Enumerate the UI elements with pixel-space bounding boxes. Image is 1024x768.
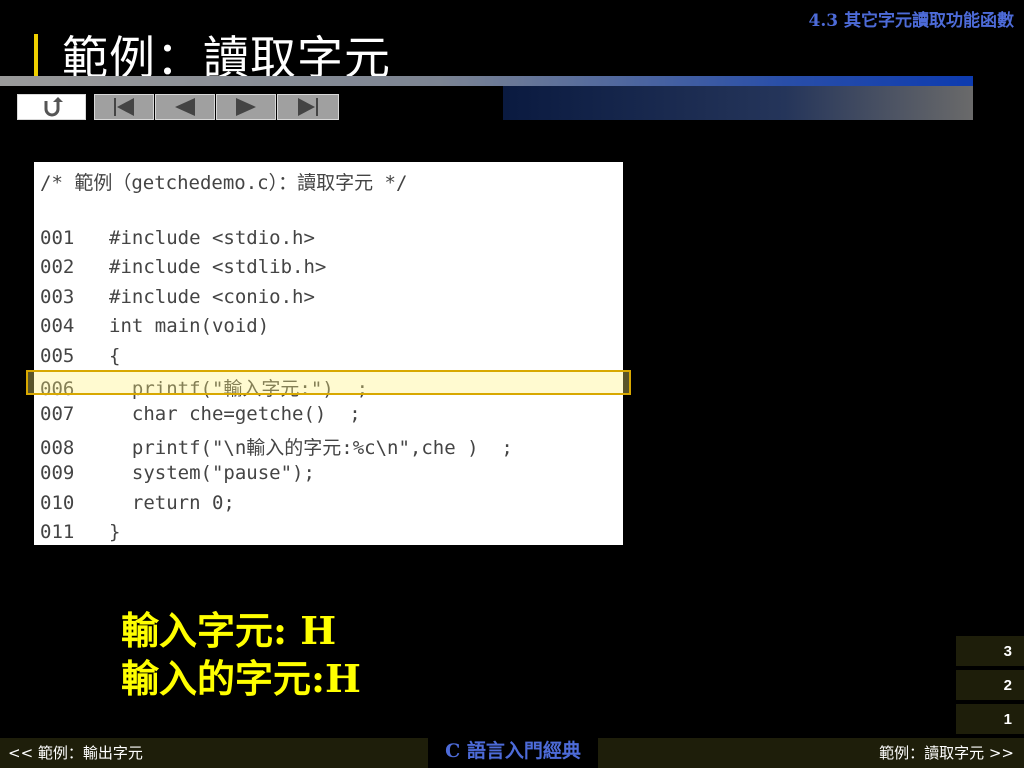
first-page-button[interactable]	[94, 94, 154, 120]
return-button[interactable]	[17, 94, 86, 120]
code-line: 010 return 0;	[40, 492, 235, 514]
code-line: 001 #include <stdio.h>	[40, 227, 315, 249]
next-slide-link[interactable]: 範例：讀取字元 >>	[598, 738, 1024, 768]
next-page-icon	[236, 98, 256, 116]
first-page-icon	[114, 98, 134, 116]
line-number: 010	[40, 492, 75, 514]
code-text: int main(void)	[109, 315, 270, 337]
code-line: 011}	[40, 521, 120, 543]
line-number: 011	[40, 521, 75, 543]
return-icon	[44, 97, 63, 117]
line-number: 005	[40, 345, 75, 367]
previous-page-button[interactable]	[155, 94, 215, 120]
previous-slide-link[interactable]: << 範例：輸出字元	[0, 738, 428, 768]
code-line: 002 #include <stdlib.h>	[40, 256, 326, 278]
last-page-icon	[298, 98, 318, 116]
page-link-1[interactable]: 1	[956, 704, 1024, 734]
page-link-2[interactable]: 2	[956, 670, 1024, 700]
program-output-line-1: 輸入字元: H	[121, 608, 337, 653]
code-text: #include <stdlib.h>	[109, 256, 327, 278]
line-number: 004	[40, 315, 75, 337]
line-number: 007	[40, 403, 75, 425]
code-line: 004 int main(void)	[40, 315, 269, 337]
code-panel: /* 範例（getchedemo.c）：讀取字元 */ 001 #include …	[34, 162, 623, 545]
code-text: }	[109, 521, 121, 543]
code-line: 003 #include <conio.h>	[40, 286, 315, 308]
code-text: system("pause");	[109, 462, 315, 484]
line-number: 002	[40, 256, 75, 278]
code-text: #include <stdio.h>	[109, 227, 315, 249]
code-text: printf("\n輸入的字元:%c\n",che ) ;	[109, 437, 513, 459]
code-text: return 0;	[109, 492, 235, 514]
nav-strip	[503, 86, 973, 120]
last-page-button[interactable]	[277, 94, 339, 120]
title-accent-bar	[34, 34, 38, 78]
line-number: 008	[40, 437, 75, 459]
line-highlight-box	[26, 370, 631, 395]
section-title: 4.3 其它字元讀取功能函數	[808, 11, 1015, 31]
code-line: 007 char che=getche() ;	[40, 403, 361, 425]
line-number: 009	[40, 462, 75, 484]
code-text: #include <conio.h>	[109, 286, 315, 308]
previous-page-icon	[175, 98, 195, 116]
book-title: C 語言入門經典	[445, 740, 581, 762]
title-underline	[0, 76, 973, 86]
code-text: {	[109, 345, 121, 367]
line-number: 001	[40, 227, 75, 249]
line-number: 003	[40, 286, 75, 308]
code-line: 008 printf("\n輸入的字元:%c\n",che ) ;	[40, 433, 513, 460]
next-page-button[interactable]	[216, 94, 276, 120]
program-output-line-2: 輸入的字元:H	[121, 656, 361, 701]
code-line: 005 {	[40, 345, 120, 367]
code-line: 009 system("pause");	[40, 462, 315, 484]
code-text: char che=getche() ;	[109, 403, 361, 425]
code-comment: /* 範例（getchedemo.c）：讀取字元 */	[40, 172, 408, 194]
page-link-3[interactable]: 3	[956, 636, 1024, 666]
